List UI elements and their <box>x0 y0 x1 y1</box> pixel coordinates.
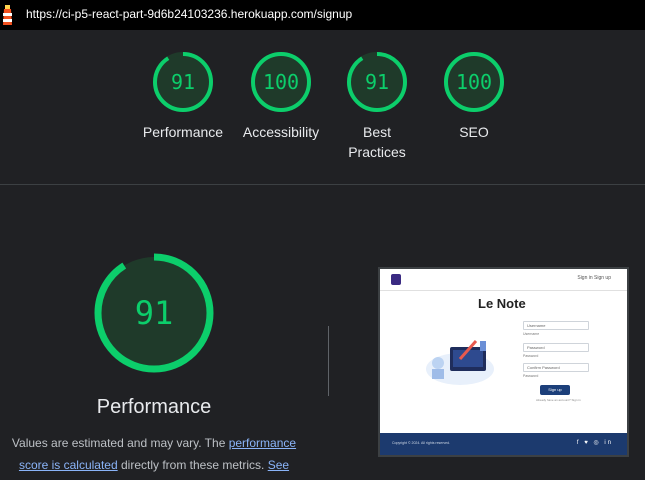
preview-footer: Copyright © 2024. All rights reserved. f… <box>380 433 627 455</box>
gauge-label: Performance <box>142 124 224 140</box>
note-text: Values are estimated and may vary. The <box>11 436 229 450</box>
section-divider <box>0 184 645 185</box>
signup-button[interactable]: Sign up <box>540 385 570 395</box>
gauge-value: 91 <box>365 70 389 94</box>
score-gauges: 91 Performance 100 Accessibility 91 Best… <box>0 30 645 185</box>
performance-big-gauge: 91 <box>94 253 214 373</box>
gauge-label: Accessibility <box>242 124 320 140</box>
top-bar: https://ci-p5-react-part-9d6b24103236.he… <box>0 0 645 30</box>
gauge-best-practices[interactable]: 91 Best Practices <box>322 50 432 162</box>
confirm-password-input[interactable]: Confirm Password <box>523 363 589 372</box>
note-text: directly from these metrics. <box>117 458 268 472</box>
gauge-label: SEO <box>459 124 489 140</box>
password-input[interactable]: Password <box>523 343 589 352</box>
app-logo-icon <box>391 274 401 285</box>
confirm-caption: Password <box>523 374 539 378</box>
preview-app-title: Le Note <box>478 296 526 311</box>
gauge-ring: 100 <box>444 52 504 112</box>
page-url[interactable]: https://ci-p5-react-part-9d6b24103236.he… <box>26 7 352 21</box>
social-icons[interactable]: f ♥ ◎ in <box>577 439 613 446</box>
gauge-label: Best Practices <box>348 124 406 160</box>
gauge-ring: 91 <box>347 52 407 112</box>
gauge-value: 100 <box>263 70 299 94</box>
gauge-value: 100 <box>456 70 492 94</box>
lighthouse-icon <box>3 5 12 25</box>
username-input[interactable]: Username <box>523 321 589 330</box>
category-title: Performance <box>96 396 212 418</box>
gauge-accessibility[interactable]: 100 Accessibility <box>226 50 336 142</box>
username-caption: Username <box>523 332 540 336</box>
preview-nav-links: Sign in Sign up <box>577 275 611 281</box>
gauge-seo[interactable]: 100 SEO <box>419 50 529 142</box>
big-gauge-value: 91 <box>135 294 174 332</box>
signup-illustration-icon <box>426 340 494 385</box>
vertical-divider <box>328 326 329 396</box>
preview-navbar: Sign in Sign up <box>380 269 627 291</box>
signin-prompt[interactable]: Already have an account? Sign in <box>536 398 581 402</box>
password-caption: Password <box>523 354 539 358</box>
gauge-performance[interactable]: 91 Performance <box>128 50 238 142</box>
gauge-ring: 91 <box>153 52 213 112</box>
gauge-ring: 100 <box>251 52 311 112</box>
footer-copyright: Copyright © 2024. All rights reserved. <box>392 441 451 445</box>
gauge-value: 91 <box>171 70 195 94</box>
final-screenshot[interactable]: Sign in Sign up Le Note Username Usernam… <box>378 267 629 457</box>
metrics-note: Values are estimated and may vary. The p… <box>0 432 308 480</box>
